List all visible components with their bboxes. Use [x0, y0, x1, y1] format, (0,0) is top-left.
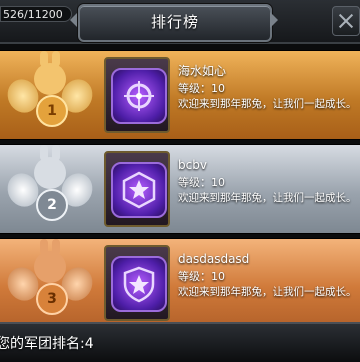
- footer-bar: 您的军团排名:4: [0, 322, 360, 362]
- legion-emblem[interactable]: [104, 245, 170, 321]
- ranking-list[interactable]: 1 海水如心 等级：10 欢迎来到那年那兔，让我们一起成长。 2 bcbv 等级…: [0, 44, 360, 328]
- bunny-emblem-icon: [34, 239, 66, 283]
- title-plate: 排行榜: [78, 4, 272, 42]
- player-motto: 欢迎来到那年那兔，让我们一起成长。: [178, 98, 357, 110]
- bunny-emblem-icon: [34, 51, 66, 95]
- player-motto: 欢迎来到那年那兔，让我们一起成长。: [178, 192, 357, 204]
- bunny-emblem-icon: [34, 145, 66, 189]
- rank-number: 1: [36, 95, 68, 127]
- player-motto: 欢迎来到那年那兔，让我们一起成长。: [178, 286, 357, 298]
- legion-emblem[interactable]: [104, 151, 170, 227]
- player-name: bcbv: [178, 158, 207, 172]
- player-name: 海水如心: [178, 64, 227, 78]
- gold-medal-icon: 1: [0, 51, 100, 137]
- ranking-row[interactable]: 2 bcbv 等级：10 欢迎来到那年那兔，让我们一起成长。: [0, 144, 360, 234]
- star-hexagon-icon: [111, 162, 167, 218]
- ranking-row[interactable]: 3 dasdasdasd 等级：10 欢迎来到那年那兔，让我们一起成长。: [0, 238, 360, 328]
- rank-number: 3: [36, 283, 68, 315]
- title-ornament-right: [270, 12, 278, 28]
- player-name: dasdasdasd: [178, 252, 250, 266]
- player-level: 等级：10: [178, 82, 225, 95]
- close-button[interactable]: [332, 6, 360, 36]
- bronze-medal-icon: 3: [0, 239, 100, 325]
- player-level: 等级：10: [178, 270, 225, 283]
- ranking-row[interactable]: 1 海水如心 等级：10 欢迎来到那年那兔，让我们一起成长。: [0, 50, 360, 140]
- legion-emblem[interactable]: [104, 57, 170, 133]
- page-title: 排行榜: [150, 13, 199, 31]
- rank-number: 2: [36, 189, 68, 221]
- my-legion-rank: 您的军团排名:4: [0, 336, 94, 352]
- star-shield-icon: [111, 256, 167, 312]
- player-level: 等级：10: [178, 176, 225, 189]
- crosshair-wreath-icon: [111, 68, 167, 124]
- resource-counter: 526/11200: [0, 6, 72, 22]
- top-bar: 526/11200 排行榜: [0, 0, 360, 44]
- silver-medal-icon: 2: [0, 145, 100, 231]
